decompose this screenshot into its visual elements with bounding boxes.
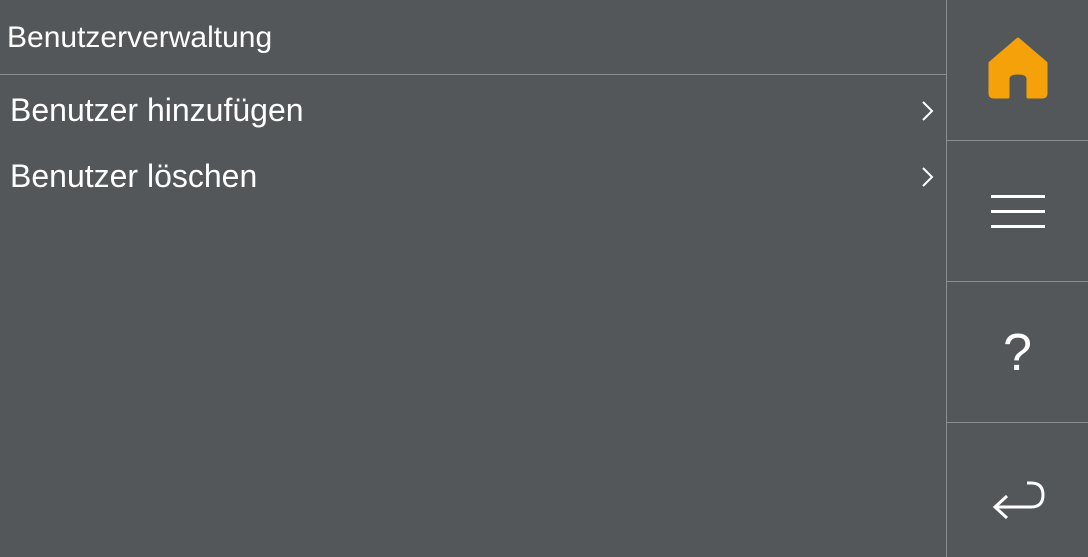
menu-item-label: Benutzer hinzufügen xyxy=(10,92,304,128)
menu-button[interactable] xyxy=(947,141,1088,282)
back-button[interactable] xyxy=(947,423,1088,557)
chevron-right-icon xyxy=(922,167,934,187)
page-title: Benutzerverwaltung xyxy=(7,21,273,54)
help-icon: ? xyxy=(1003,324,1032,382)
sidebar: ? xyxy=(946,0,1088,557)
chevron-right-icon xyxy=(922,101,934,121)
header: Benutzerverwaltung xyxy=(0,0,946,75)
menu-item-add-user[interactable]: Benutzer hinzufügen xyxy=(0,78,946,144)
home-button[interactable] xyxy=(947,0,1088,141)
main-panel: Benutzerverwaltung Benutzer hinzufügen B… xyxy=(0,0,946,557)
back-icon xyxy=(992,481,1045,519)
screen: Benutzerverwaltung Benutzer hinzufügen B… xyxy=(0,0,1088,557)
help-button[interactable]: ? xyxy=(947,282,1088,423)
menu-icon xyxy=(990,195,1045,228)
menu-item-delete-user[interactable]: Benutzer löschen xyxy=(0,144,946,210)
home-icon xyxy=(988,37,1047,99)
menu-item-label: Benutzer löschen xyxy=(10,158,258,194)
